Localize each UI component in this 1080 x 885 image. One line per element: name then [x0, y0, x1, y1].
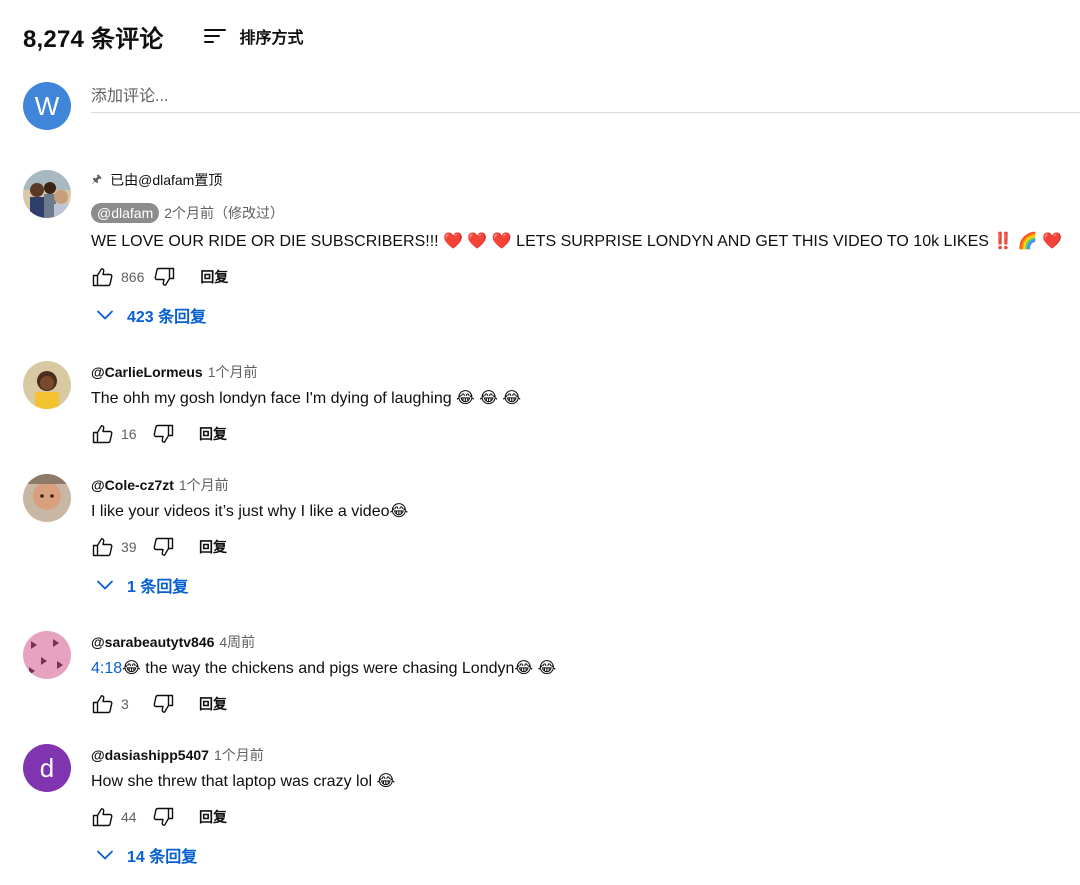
comment-time[interactable]: 1个月前	[179, 475, 229, 495]
pinned-label: 已由@dlafam置顶	[110, 172, 223, 188]
add-comment-row: W	[23, 82, 1080, 132]
comment-text: The ohh my gosh londyn face I'm dying of…	[91, 390, 522, 407]
avatar[interactable]	[23, 631, 71, 679]
comment-actions: 866 回复	[91, 262, 1073, 292]
comment-author[interactable]: @CarlieLormeus	[91, 364, 203, 380]
like-count: 44	[121, 809, 137, 825]
avatar[interactable]	[23, 474, 71, 522]
chevron-down-icon	[95, 845, 115, 865]
replies-count: 14 条回复	[127, 849, 198, 866]
chevron-down-icon	[95, 305, 115, 325]
comment-author[interactable]: @Cole-cz7zt	[91, 477, 174, 493]
comment-text: How she threw that laptop was crazy lol …	[91, 773, 396, 790]
comment-actions: 39 回复	[91, 532, 1073, 562]
like-button[interactable]	[91, 692, 115, 716]
like-count: 3	[121, 696, 129, 712]
comment-author[interactable]: @dlafam	[91, 203, 160, 223]
like-button[interactable]	[91, 535, 115, 559]
sort-label: 排序方式	[239, 30, 304, 47]
comment-time[interactable]: 4周前	[219, 632, 255, 652]
reply-button[interactable]: 回复	[199, 807, 227, 827]
comment-text: WE LOVE OUR RIDE OR DIE SUBSCRIBERS!!! ❤…	[91, 233, 1063, 250]
reply-button[interactable]: 回复	[200, 267, 228, 287]
comment-text: I like your videos it’s just why I like …	[91, 503, 409, 520]
dislike-button[interactable]	[152, 265, 176, 289]
avatar-letter: d	[39, 752, 55, 783]
dislike-button[interactable]	[151, 692, 175, 716]
pin-icon: 🖈	[91, 171, 103, 186]
reply-button[interactable]: 回复	[199, 424, 227, 444]
add-comment-input[interactable]	[91, 82, 1080, 113]
comment-author[interactable]: @dasiashipp5407	[91, 747, 209, 763]
replies-toggle[interactable]: 14 条回复	[95, 837, 1073, 873]
comment-actions: 16 回复	[91, 419, 1073, 449]
comment-actions: 44 回复	[91, 802, 1073, 832]
chevron-down-icon	[95, 575, 115, 595]
replies-toggle[interactable]: 1 条回复	[95, 567, 1073, 603]
replies-count: 1 条回复	[127, 579, 189, 596]
avatar[interactable]	[23, 170, 71, 218]
comments-header: 8,274 条评论 排序方式	[23, 18, 304, 54]
video-timestamp-link[interactable]: 4:18	[91, 660, 122, 677]
comment-time[interactable]: 2个月前（修改过）	[164, 203, 284, 223]
comment-count: 8,274 条评论	[23, 25, 164, 53]
avatar[interactable]	[23, 361, 71, 409]
comment-text-row: 4:18😂 the way the chickens and pigs were…	[91, 657, 1073, 681]
dislike-button[interactable]	[151, 805, 175, 829]
like-count: 866	[121, 269, 145, 285]
like-button[interactable]	[91, 265, 115, 289]
like-button[interactable]	[91, 422, 115, 446]
comment-text: 😂 the way the chickens and pigs were cha…	[122, 660, 557, 677]
pinned-indicator: 🖈 已由@dlafam置顶	[91, 170, 1073, 190]
like-count: 16	[121, 426, 137, 442]
comment-author[interactable]: @sarabeautytv846	[91, 634, 214, 650]
like-count: 39	[121, 539, 137, 555]
avatar[interactable]: W	[23, 82, 71, 130]
sort-icon	[203, 24, 228, 48]
comment-time[interactable]: 1个月前	[214, 745, 264, 765]
like-button[interactable]	[91, 805, 115, 829]
reply-button[interactable]: 回复	[199, 537, 227, 557]
reply-button[interactable]: 回复	[199, 694, 227, 714]
sort-button[interactable]: 排序方式	[203, 24, 304, 48]
replies-toggle[interactable]: 423 条回复	[95, 297, 1073, 333]
comment-actions: 3 回复	[91, 689, 1073, 719]
avatar[interactable]: d	[23, 744, 71, 792]
dislike-button[interactable]	[151, 422, 175, 446]
replies-count: 423 条回复	[127, 309, 207, 326]
comment-time[interactable]: 1个月前	[208, 362, 258, 382]
dislike-button[interactable]	[151, 535, 175, 559]
